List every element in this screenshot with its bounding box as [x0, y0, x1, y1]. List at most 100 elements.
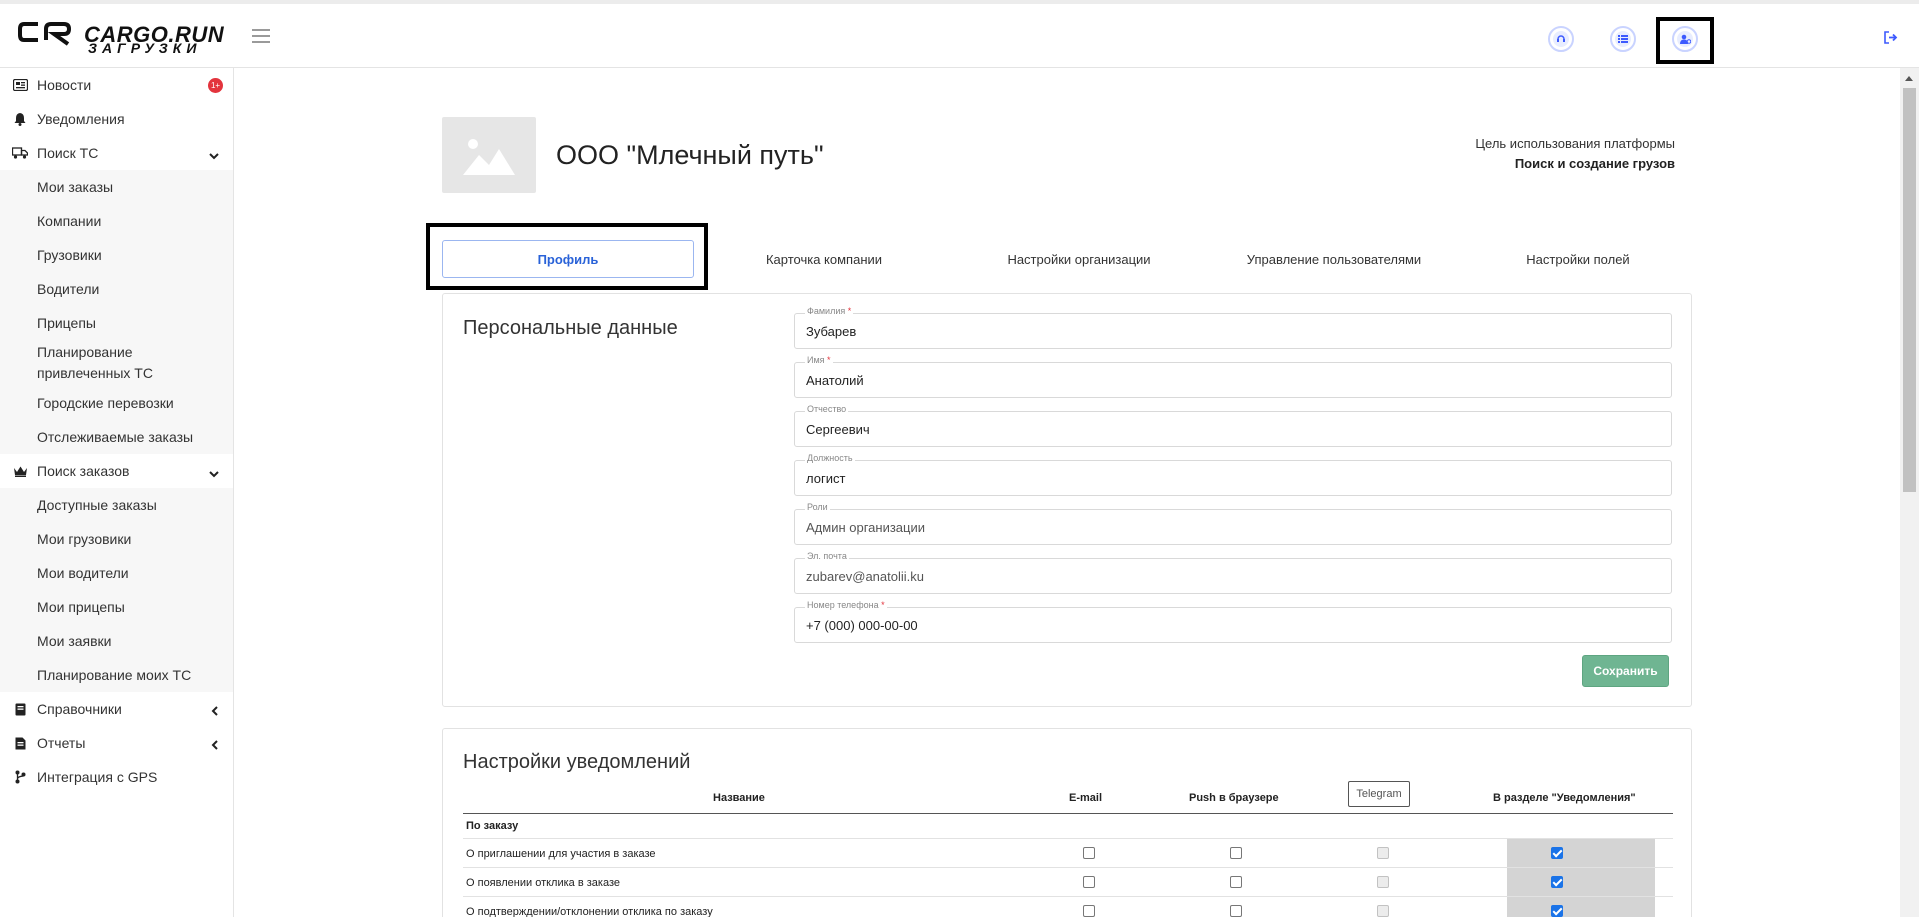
email-field: Эл. почта zubarev@anatolii.ku [794, 551, 1672, 594]
page-scrollbar[interactable] [1900, 68, 1919, 917]
section-checkbox[interactable] [1551, 847, 1563, 859]
notifications-title: Настройки уведомлений [463, 751, 691, 773]
sidebar-item-label: Поиск заказов [37, 463, 130, 479]
sidebar-item-label: Отслеживаемые заказы [37, 429, 194, 445]
required-mark: * [881, 600, 885, 610]
sidebar-item-label: Грузовики [37, 247, 102, 263]
sidebar-item-planning-hired[interactable]: Планирование привлеченных ТС [0, 340, 233, 386]
telegram-checkbox [1377, 847, 1389, 859]
chevron-down-icon [209, 147, 219, 163]
sidebar-item-tracked-orders[interactable]: Отслеживаемые заказы [0, 420, 233, 454]
field-value: Админ организации [806, 520, 925, 535]
list-icon[interactable] [1610, 26, 1636, 52]
logo-mark-icon [18, 22, 72, 46]
field-value: Анатолий [806, 373, 864, 388]
sidebar-item-label: Планирование привлеченных ТС [37, 344, 153, 381]
bell-icon [12, 112, 28, 126]
col-header-push: Push в браузере [1189, 792, 1279, 804]
sidebar-item-companies[interactable]: Компании [0, 204, 233, 238]
highlight-box [1656, 17, 1714, 64]
sidebar-item-my-requests[interactable]: Мои заявки [0, 624, 233, 658]
tab-field-settings[interactable]: Настройки полей [1464, 240, 1692, 278]
company-logo-placeholder[interactable] [442, 117, 536, 193]
personal-data-title: Персональные данные [463, 317, 678, 339]
sidebar-item-label: Прицепы [37, 315, 96, 331]
push-checkbox[interactable] [1230, 905, 1242, 917]
news-badge: 1+ [208, 78, 223, 93]
sidebar-item-trucks[interactable]: Грузовики [0, 238, 233, 272]
book-icon [12, 703, 28, 716]
table-row: О приглашении для участия в заказе [463, 839, 1673, 868]
gps-icon [12, 770, 28, 784]
col-header-email: E-mail [1069, 792, 1103, 804]
main-content: ООО "Млечный путь" Цель использования пл… [234, 68, 1900, 917]
field-value: логист [806, 471, 846, 486]
tab-user-management[interactable]: Управление пользователями [1214, 240, 1454, 278]
sidebar-item-label: Городские перевозки [37, 395, 174, 411]
sidebar-item-label: Мои прицепы [37, 599, 125, 615]
sidebar-item-label: Мои заявки [37, 633, 112, 649]
sidebar-item-my-planning[interactable]: Планирование моих ТС [0, 658, 233, 692]
tab-organization-settings[interactable]: Настройки организации [954, 240, 1204, 278]
position-field[interactable]: Должность логист [794, 453, 1672, 496]
push-checkbox[interactable] [1230, 876, 1242, 888]
field-label: Фамилия [807, 306, 846, 316]
report-icon [12, 737, 28, 750]
sidebar-item-trailers[interactable]: Прицепы [0, 306, 233, 340]
sidebar-item-label: Доступные заказы [37, 497, 157, 513]
row-label: О появлении отклика в заказе [466, 877, 620, 889]
sidebar-item-my-trucks[interactable]: Мои грузовики [0, 522, 233, 556]
sidebar-item-notifications[interactable]: Уведомления [0, 102, 233, 136]
table-group-row: По заказу [463, 814, 1673, 839]
push-checkbox[interactable] [1230, 847, 1242, 859]
field-value: +7 (000) 000-00-00 [806, 618, 918, 633]
table-row: О подтверждении/отклонении отклика по за… [463, 897, 1673, 917]
company-name: ООО "Млечный путь" [556, 140, 824, 170]
app-logo[interactable]: CARGO.RUN ЗАГРУЗКИ [18, 20, 224, 60]
required-mark: * [847, 306, 852, 316]
platform-purpose-label: Цель использования платформы [1475, 136, 1675, 151]
patronymic-field[interactable]: Отчество Сергеевич [794, 404, 1672, 447]
sidebar-item-gps[interactable]: Интеграция с GPS [0, 760, 233, 794]
top-bar: CARGO.RUN ЗАГРУЗКИ [0, 0, 1919, 68]
chevron-down-icon [209, 465, 219, 481]
telegram-button[interactable]: Telegram [1348, 781, 1410, 807]
sidebar-item-label: Мои грузовики [37, 531, 132, 547]
sidebar-item-search-orders[interactable]: Поиск заказов [0, 454, 233, 488]
tab-company-card[interactable]: Карточка компании [704, 240, 944, 278]
sidebar-item-label: Водители [37, 281, 100, 297]
row-label: О подтверждении/отклонении отклика по за… [466, 906, 713, 917]
section-checkbox[interactable] [1551, 876, 1563, 888]
section-checkbox[interactable] [1551, 905, 1563, 917]
first-name-field[interactable]: Имя * Анатолий [794, 355, 1672, 398]
sidebar-item-search-vehicles[interactable]: Поиск ТС [0, 136, 233, 170]
email-checkbox[interactable] [1083, 905, 1095, 917]
sidebar-item-my-drivers[interactable]: Мои водители [0, 556, 233, 590]
sidebar-item-my-orders[interactable]: Мои заказы [0, 170, 233, 204]
sidebar-item-news[interactable]: Новости 1+ [0, 68, 233, 102]
sidebar-item-available-orders[interactable]: Доступные заказы [0, 488, 233, 522]
field-label: Должность [805, 453, 855, 463]
sidebar-item-my-trailers[interactable]: Мои прицепы [0, 590, 233, 624]
logout-icon[interactable] [1884, 31, 1898, 47]
sidebar-item-drivers[interactable]: Водители [0, 272, 233, 306]
menu-toggle-icon[interactable] [252, 29, 270, 43]
scroll-thumb[interactable] [1903, 88, 1916, 492]
support-icon[interactable] [1548, 26, 1574, 52]
scroll-up-arrow-icon[interactable] [1905, 76, 1913, 81]
col-header-name: Название [713, 792, 765, 804]
last-name-field[interactable]: Фамилия * Зубарев [794, 306, 1672, 349]
email-checkbox[interactable] [1083, 876, 1095, 888]
save-button[interactable]: Сохранить [1582, 655, 1669, 687]
field-label: Роли [805, 502, 830, 512]
email-checkbox[interactable] [1083, 847, 1095, 859]
chevron-left-icon [211, 737, 219, 753]
sidebar-item-label: Планирование моих ТС [37, 667, 192, 683]
sidebar-item-city-transport[interactable]: Городские перевозки [0, 386, 233, 420]
group-label: По заказу [466, 820, 519, 832]
sidebar-item-label: Интеграция с GPS [37, 769, 158, 785]
chevron-left-icon [211, 703, 219, 719]
phone-field[interactable]: Номер телефона * +7 (000) 000-00-00 [794, 600, 1672, 643]
sidebar-item-references[interactable]: Справочники [0, 692, 233, 726]
sidebar-item-reports[interactable]: Отчеты [0, 726, 233, 760]
